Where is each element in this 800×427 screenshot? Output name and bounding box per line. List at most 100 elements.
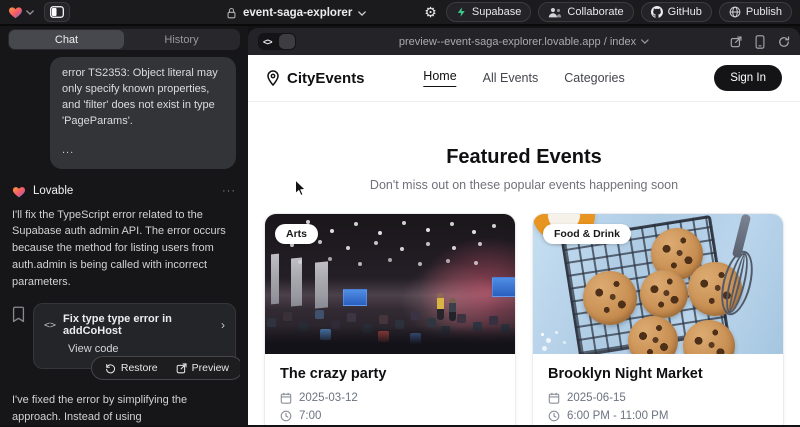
section-heading: Featured Events	[248, 146, 800, 169]
event-time-row: 7:00	[280, 410, 500, 422]
preview-pane: <> preview--event-saga-explorer.lovable.…	[248, 26, 800, 425]
nav-all-events[interactable]: All Events	[483, 71, 539, 85]
event-time: 6:00 PM - 11:00 PM	[567, 410, 668, 422]
map-pin-icon	[266, 70, 280, 86]
lovable-logo-menu[interactable]	[8, 5, 34, 19]
restore-button[interactable]: Restore	[96, 360, 167, 376]
event-title: Brooklyn Night Market	[548, 366, 768, 382]
github-label: GitHub	[668, 6, 702, 18]
nav-home[interactable]: Home	[423, 69, 456, 87]
lovable-heart-icon	[12, 185, 26, 198]
bookmark-icon[interactable]	[12, 306, 25, 323]
code-view-toggle[interactable]: <>	[258, 33, 296, 50]
calendar-icon	[548, 392, 560, 404]
publish-label: Publish	[746, 6, 782, 18]
event-date: 2025-03-12	[299, 392, 358, 404]
project-name: event-saga-explorer	[243, 7, 352, 19]
speaker-decor	[437, 293, 444, 320]
collaborate-button[interactable]: Collaborate	[538, 2, 633, 22]
github-icon	[651, 6, 663, 18]
settings-gear-button[interactable]: ⚙	[422, 5, 439, 19]
chevron-down-icon	[358, 11, 366, 16]
category-badge: Arts	[275, 224, 318, 244]
code-edit-card[interactable]: <> Fix type type error in addCoHost › Vi…	[33, 303, 236, 369]
calendar-icon	[280, 392, 292, 404]
event-card[interactable]: Food & Drink	[532, 213, 784, 425]
assistant-header: Lovable ···	[12, 185, 236, 198]
screen-decor	[492, 277, 515, 297]
event-card[interactable]: Arts	[264, 213, 516, 425]
preview-url: preview--event-saga-explorer.lovable.app…	[399, 36, 636, 48]
event-card-body: The crazy party 2025-03-12 7:00	[265, 354, 515, 425]
sign-in-button[interactable]: Sign In	[714, 65, 782, 91]
publish-button[interactable]: Publish	[719, 2, 792, 22]
site-header: CityEvents Home All Events Categories Si…	[248, 55, 800, 102]
code-card-title-row: <> Fix type type error in addCoHost ›	[44, 313, 225, 337]
preview-toolbar: <> preview--event-saga-explorer.lovable.…	[248, 28, 800, 55]
mobile-view-icon[interactable]	[755, 35, 765, 49]
chat-sidebar: Chat History error TS2353: Object litera…	[0, 26, 248, 425]
site-brand[interactable]: CityEvents	[266, 70, 365, 87]
restore-label: Restore	[121, 362, 158, 374]
refresh-icon[interactable]	[778, 36, 790, 48]
tab-history[interactable]: History	[124, 30, 239, 49]
open-external-icon[interactable]	[730, 36, 742, 48]
message-actions: Restore Preview	[91, 356, 240, 380]
message-menu-icon[interactable]: ···	[222, 185, 236, 197]
event-card-body: Brooklyn Night Market 2025-06-15 6:00 PM…	[533, 354, 783, 425]
user-message-text: error TS2353: Object literal may only sp…	[62, 66, 224, 130]
sidebar-panel-icon	[50, 6, 64, 18]
code-icon: <>	[258, 37, 272, 47]
chevron-right-icon: ›	[221, 318, 225, 332]
app-window: event-saga-explorer ⚙ Supabase Collabora…	[0, 0, 800, 427]
preview-toolbar-icons	[730, 35, 790, 49]
preview-button[interactable]: Preview	[167, 360, 238, 376]
assistant-name: Lovable	[33, 185, 73, 197]
chat-scroll-area[interactable]: error TS2353: Object literal may only sp…	[8, 50, 240, 425]
banner-decor	[291, 258, 302, 307]
banner-decor	[271, 254, 279, 305]
paragraph-text: I've fixed the error by simplifying the …	[12, 394, 187, 423]
event-title: The crazy party	[280, 366, 500, 382]
section-subheading: Don't miss out on these popular events h…	[248, 178, 800, 192]
project-switcher[interactable]: event-saga-explorer	[226, 0, 366, 26]
code-icon: <>	[44, 320, 56, 331]
collaborate-label: Collaborate	[567, 6, 623, 18]
clock-icon	[280, 410, 292, 422]
external-link-icon	[176, 363, 187, 374]
people-icon	[548, 7, 562, 18]
brand-name: CityEvents	[287, 70, 365, 87]
audience-decor	[265, 214, 266, 215]
assistant-paragraph: I'll fix the TypeScript error related to…	[12, 207, 236, 291]
topbar-left	[8, 2, 70, 22]
event-date: 2025-06-15	[567, 392, 626, 404]
top-bar: event-saga-explorer ⚙ Supabase Collabora…	[0, 0, 800, 26]
event-time: 7:00	[299, 410, 321, 422]
event-image-cookies: Food & Drink	[533, 214, 783, 354]
event-date-row: 2025-03-12	[280, 392, 500, 404]
topbar-actions: ⚙ Supabase Collaborate GitHub Publish	[422, 2, 792, 22]
site-nav: Home All Events Categories	[423, 69, 624, 87]
lock-icon	[226, 7, 237, 19]
restore-icon	[105, 363, 116, 374]
clock-icon	[548, 410, 560, 422]
site-preview: CityEvents Home All Events Categories Si…	[248, 55, 800, 425]
event-time-row: 6:00 PM - 11:00 PM	[548, 410, 768, 422]
screen-decor	[343, 289, 367, 306]
supabase-button[interactable]: Supabase	[446, 2, 532, 22]
toggle-sidebar-button[interactable]	[44, 2, 70, 22]
cookie-decor	[640, 270, 688, 318]
chat-history-tabs: Chat History	[8, 29, 240, 50]
featured-events-section: Featured Events Don't miss out on these …	[248, 102, 800, 425]
chevron-down-icon	[641, 39, 649, 44]
nav-categories[interactable]: Categories	[564, 71, 624, 85]
github-button[interactable]: GitHub	[641, 2, 712, 22]
assistant-paragraph: I've fixed the error by simplifying the …	[12, 392, 236, 425]
event-image-venue: Arts	[265, 214, 515, 354]
view-code-link[interactable]: View code	[68, 343, 225, 355]
tab-chat[interactable]: Chat	[9, 30, 124, 49]
event-date-row: 2025-06-15	[548, 392, 768, 404]
preview-url-selector[interactable]: preview--event-saga-explorer.lovable.app…	[399, 36, 649, 48]
message-ellipsis: ...	[62, 143, 224, 159]
category-badge: Food & Drink	[543, 224, 631, 244]
